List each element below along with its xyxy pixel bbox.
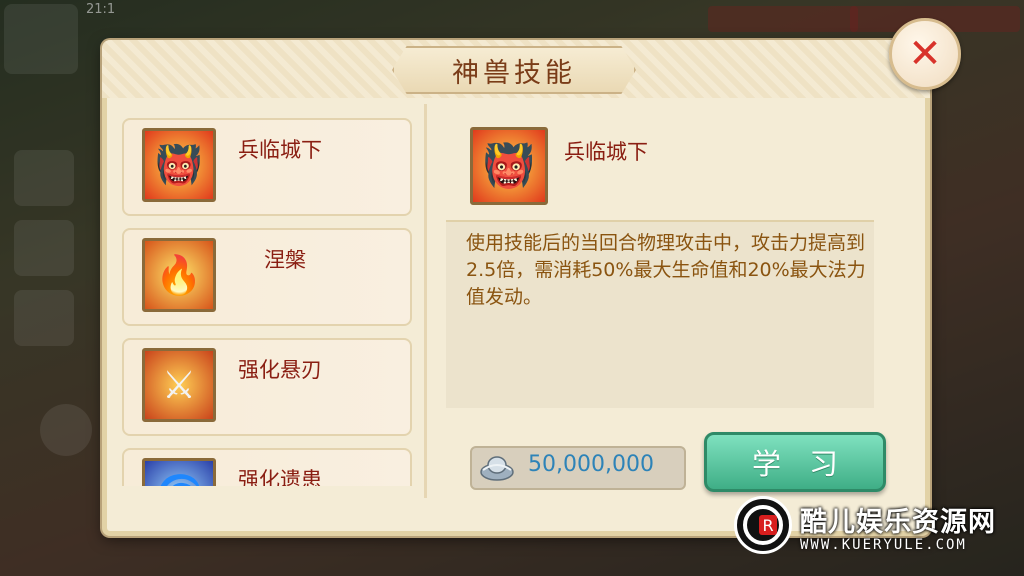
ranking-button[interactable] [14,220,74,276]
skill-item[interactable]: 👹 兵临城下 [122,118,412,216]
skill-name: 兵临城下 [238,138,322,162]
fire-demon-icon: 👹 [142,128,216,202]
skill-item[interactable]: 🔥 涅槃 [122,228,412,326]
watermark-logo: R [734,496,792,554]
player-status-bar [708,6,858,32]
silver-ingot-icon [480,456,514,481]
watermark-url: WWW.KUERYULE.COM [800,537,967,553]
close-icon: ✕ [908,31,942,77]
fire-demon-icon: 👹 [470,127,548,205]
watermark-logo-icon: R [743,505,783,545]
cost-value: 50,000,000 [528,452,654,477]
activity-button[interactable] [14,150,74,206]
map-button[interactable] [4,4,78,74]
skill-name: 涅槃 [264,248,306,272]
dialog-title: 神兽技能 [392,46,636,94]
blue-vortex-icon: 🌀 [142,458,216,486]
panel-divider [424,104,427,498]
skill-description: 使用技能后的当回合物理攻击中，攻击力提高到2.5倍，需消耗50%最大生命值和20… [466,232,866,308]
detail-skill-name: 兵临城下 [564,140,648,164]
swords-icon: ⚔ [142,348,216,422]
reward-button[interactable] [14,290,74,346]
hud-time: 21:1 [86,2,116,17]
svg-text:R: R [762,516,773,535]
skill-list[interactable]: 👹 兵临城下 🔥 涅槃 ⚔ 强化悬刃 🌀 强化遗患 [122,118,412,486]
skill-item[interactable]: 🌀 强化遗患 [122,448,412,486]
chat-button[interactable] [40,404,92,456]
skill-item[interactable]: ⚔ 强化悬刃 [122,338,412,436]
title-bar: 神兽技能 [102,40,930,98]
learn-button[interactable]: 学习 [704,432,886,492]
close-button[interactable]: ✕ [889,18,961,90]
watermark-title: 酷儿娱乐资源网 [800,507,996,538]
phoenix-icon: 🔥 [142,238,216,312]
skill-name: 强化悬刃 [238,358,322,382]
skill-name: 强化遗患 [238,468,322,486]
